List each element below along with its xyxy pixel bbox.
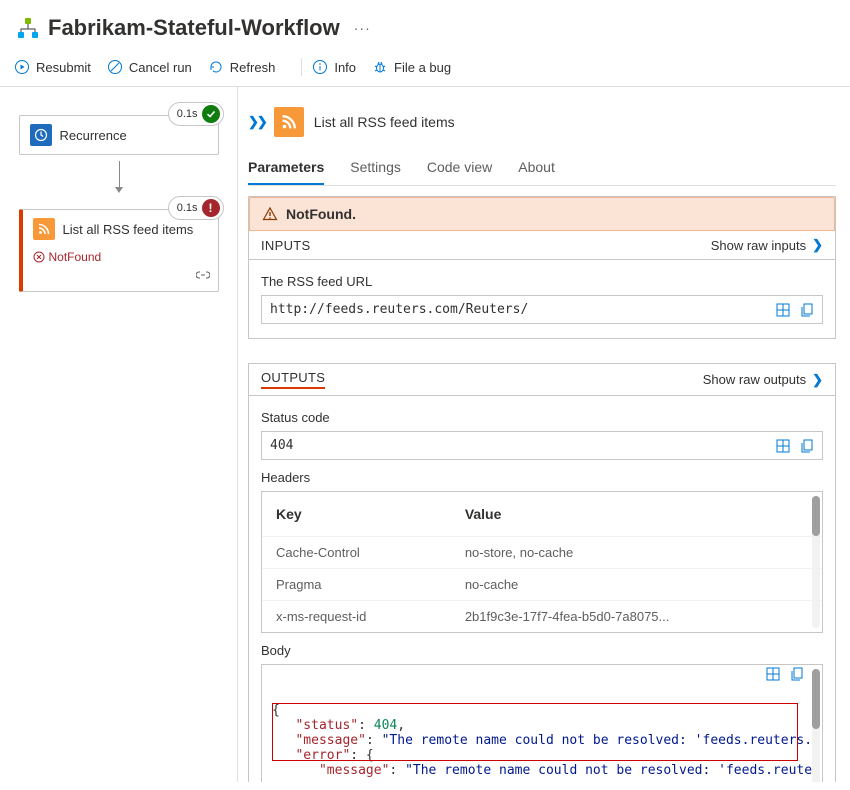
detail-title: List all RSS feed items (314, 114, 455, 130)
refresh-button[interactable]: Refresh (208, 59, 276, 75)
grid-view-icon[interactable] (776, 303, 790, 317)
banner-text: NotFound. (286, 206, 356, 222)
workflow-step-recurrence[interactable]: 0.1s Recurrence (19, 115, 219, 155)
refresh-label: Refresh (230, 60, 276, 75)
step-duration: 0.1s (177, 108, 198, 120)
copy-icon[interactable] (790, 667, 804, 681)
rss-icon (33, 218, 55, 240)
file-bug-button[interactable]: File a bug (372, 59, 451, 75)
workflow-app-icon (14, 14, 42, 42)
status-code-label: Status code (261, 410, 823, 425)
chevron-right-icon: ❯ (812, 372, 823, 388)
show-raw-inputs-link[interactable]: Show raw inputs ❯ (711, 237, 823, 253)
inputs-section: NotFound. INPUTS Show raw inputs ❯ The R… (248, 196, 836, 339)
rss-url-label: The RSS feed URL (261, 274, 823, 289)
workflow-step-rss[interactable]: 0.1s ! List all RSS feed items NotFound (19, 209, 219, 292)
table-row: Pragmano-cache (262, 569, 822, 601)
show-raw-outputs-link[interactable]: Show raw outputs ❯ (703, 372, 823, 388)
main-split: 0.1s Recurrence 0.1s ! (0, 87, 850, 782)
outputs-title: OUTPUTS (261, 370, 325, 389)
table-row: x-ms-request-id2b1f9c3e-17f7-4fea-b5d0-7… (262, 601, 822, 633)
step-error-text: NotFound (49, 250, 102, 264)
info-label: Info (334, 60, 356, 75)
step-status-badge: 0.1s (168, 102, 224, 126)
collapse-pane-button[interactable]: ❯❯ (248, 114, 266, 130)
step-label: List all RSS feed items (63, 222, 194, 237)
tab-about[interactable]: About (518, 151, 555, 185)
step-label: Recurrence (60, 128, 127, 143)
warning-icon (262, 206, 278, 222)
scrollbar[interactable] (812, 669, 820, 782)
grid-view-icon[interactable] (776, 439, 790, 453)
command-bar: Resubmit Cancel run Refresh Info File a … (0, 52, 850, 87)
detail-tabs: Parameters Settings Code view About (248, 151, 836, 186)
headers-table: Key Value Cache-Controlno-store, no-cach… (262, 492, 822, 632)
headers-table-wrap: Key Value Cache-Controlno-store, no-cach… (261, 491, 823, 633)
headers-col-key: Key (262, 492, 451, 537)
grid-view-icon[interactable] (766, 667, 780, 681)
outputs-header: OUTPUTS Show raw outputs ❯ (249, 364, 835, 396)
toolbar-divider (301, 58, 302, 76)
detail-header: ❯❯ List all RSS feed items (248, 107, 836, 137)
cancel-run-button[interactable]: Cancel run (107, 59, 192, 75)
status-code-value: 404 (270, 438, 293, 453)
cancel-run-label: Cancel run (129, 60, 192, 75)
inputs-header: INPUTS Show raw inputs ❯ (249, 231, 835, 260)
step-link-icon-row (23, 264, 218, 285)
tab-settings[interactable]: Settings (350, 151, 401, 185)
step-duration: 0.1s (177, 202, 198, 214)
detail-pane: ❯❯ List all RSS feed items Parameters Se… (238, 87, 850, 782)
rss-url-field[interactable]: http://feeds.reuters.com/Reuters/ (261, 295, 823, 324)
file-bug-label: File a bug (394, 60, 451, 75)
resubmit-button[interactable]: Resubmit (14, 59, 91, 75)
scrollbar[interactable] (812, 496, 820, 628)
table-row: Cache-Controlno-store, no-cache (262, 537, 822, 569)
body-json-viewer[interactable]: { "status": 404, "message": "The remote … (261, 664, 823, 782)
workflow-canvas: 0.1s Recurrence 0.1s ! (0, 87, 238, 782)
inputs-title: INPUTS (261, 238, 310, 253)
step-status-badge: 0.1s ! (168, 196, 224, 220)
tab-parameters[interactable]: Parameters (248, 151, 324, 185)
notfound-banner: NotFound. (249, 197, 835, 231)
page-header: Fabrikam-Stateful-Workflow ··· (0, 0, 850, 52)
resubmit-label: Resubmit (36, 60, 91, 75)
headers-label: Headers (261, 470, 823, 485)
chevron-right-icon: ❯ (812, 237, 823, 253)
info-button[interactable]: Info (312, 59, 356, 75)
recurrence-icon (30, 124, 52, 146)
headers-col-value: Value (451, 492, 822, 537)
tab-code-view[interactable]: Code view (427, 151, 492, 185)
outputs-section: OUTPUTS Show raw outputs ❯ Status code 4… (248, 363, 836, 782)
rss-icon (274, 107, 304, 137)
copy-icon[interactable] (800, 439, 814, 453)
copy-icon[interactable] (800, 303, 814, 317)
more-actions-button[interactable]: ··· (354, 20, 371, 36)
status-ok-icon (202, 105, 220, 123)
status-code-field[interactable]: 404 (261, 431, 823, 460)
status-error-icon: ! (202, 199, 220, 217)
page-title: Fabrikam-Stateful-Workflow (48, 15, 340, 41)
body-label: Body (261, 643, 823, 658)
step-error-row: NotFound (23, 248, 218, 264)
rss-url-value: http://feeds.reuters.com/Reuters/ (270, 302, 528, 317)
